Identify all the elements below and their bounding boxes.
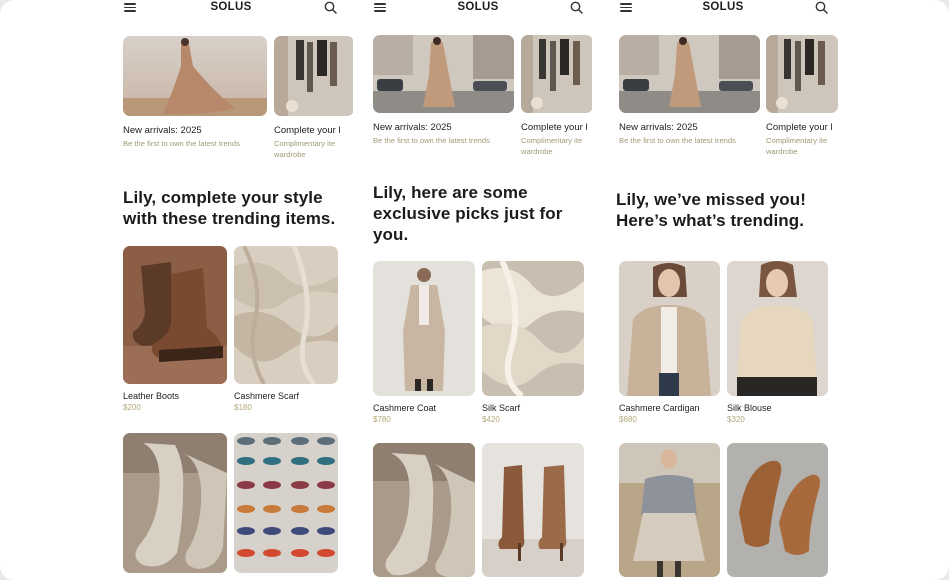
brand-logo[interactable]: SOLUS — [663, 0, 783, 14]
top-bar: SOLUS — [609, 0, 838, 16]
product-card[interactable] — [123, 433, 227, 573]
product-price: $420 — [482, 415, 500, 424]
banner-image — [123, 36, 267, 116]
banner-title: New arrivals: 2025 — [619, 122, 698, 133]
banner-carousel[interactable]: New arrivals: 2025 Be the first to own t… — [609, 35, 838, 170]
product-image — [727, 261, 828, 396]
banner-subtitle: Complimentary ite — [766, 136, 828, 145]
product-card-silk-blouse[interactable]: Silk Blouse $320 — [727, 261, 828, 425]
product-name: Cashmere Coat — [373, 403, 437, 413]
banner-new-arrivals[interactable]: New arrivals: 2025 Be the first to own t… — [123, 36, 268, 149]
product-image — [123, 246, 227, 384]
banner-title: New arrivals: 2025 — [123, 125, 202, 136]
search-icon[interactable] — [324, 1, 337, 14]
product-card[interactable] — [234, 433, 338, 573]
banner-title: New arrivals: 2025 — [373, 122, 452, 133]
banner-new-arrivals[interactable]: New arrivals: 2025 Be the first to own t… — [373, 35, 515, 146]
headline-line: with these trending items. — [123, 209, 336, 228]
headline-line: Lily, complete your style — [123, 188, 323, 207]
banner-new-arrivals[interactable]: New arrivals: 2025 Be the first to own t… — [619, 35, 761, 146]
banner-subtitle: Be the first to own the latest trends — [619, 136, 736, 145]
phone-screen-2: SOLUS New arrivals: 2025 Be the first to… — [364, 0, 592, 580]
banner-subtitle: Complimentary ite — [521, 136, 583, 145]
product-card-cashmere-coat[interactable]: Cashmere Coat $780 — [373, 261, 475, 425]
product-image — [234, 433, 338, 573]
banner-subtitle-line2: wardrobe — [521, 147, 553, 156]
headline-line: Lily, we’ve missed you! — [616, 190, 806, 209]
product-image — [373, 261, 475, 396]
banner-complete-look[interactable]: Complete your l Complimentary ite wardro… — [766, 35, 838, 157]
product-card-cashmere-scarf[interactable]: Cashmere Scarf $180 — [234, 246, 338, 413]
personalized-headline: Lily, we’ve missed you! Here’s what’s tr… — [616, 189, 806, 231]
banner-title: Complete your l — [521, 122, 588, 133]
phone-screen-3: SOLUS New arrivals: 2025 Be the first to… — [609, 0, 838, 580]
banner-title: Complete your l — [766, 122, 833, 133]
product-price: $200 — [123, 403, 141, 412]
brand-logo[interactable]: SOLUS — [418, 0, 538, 14]
product-image — [482, 261, 584, 396]
headline-line: Lily, here are some — [373, 183, 528, 202]
product-card-silk-scarf[interactable]: Silk Scarf $420 — [482, 261, 584, 425]
headline-line: Here’s what’s trending. — [616, 211, 805, 230]
personalized-headline: Lily, complete your style with these tre… — [123, 187, 335, 229]
brand-logo[interactable]: SOLUS — [171, 0, 291, 14]
banner-carousel[interactable]: New arrivals: 2025 Be the first to own t… — [115, 36, 353, 171]
personalized-headline: Lily, here are some exclusive picks just… — [373, 182, 562, 245]
product-image — [619, 261, 720, 396]
search-icon[interactable] — [570, 1, 583, 14]
banner-subtitle: Complimentary ite — [274, 139, 336, 148]
banner-complete-look[interactable]: Complete your l Complimentary ite wardro… — [274, 36, 353, 160]
product-name: Cashmere Scarf — [234, 391, 300, 401]
banner-subtitle: Be the first to own the latest trends — [123, 139, 240, 148]
search-icon[interactable] — [815, 1, 828, 14]
product-name: Silk Blouse — [727, 403, 772, 413]
product-card[interactable] — [373, 443, 475, 577]
headline-line: exclusive picks just for — [373, 204, 563, 223]
headline-line: you. — [373, 225, 409, 244]
banner-subtitle-line2: wardrobe — [766, 147, 798, 156]
banner-subtitle: Be the first to own the latest trends — [373, 136, 490, 145]
product-card-cashmere-cardigan[interactable]: Cashmere Cardigan $680 — [619, 261, 720, 425]
product-name: Cashmere Cardigan — [619, 403, 700, 413]
product-card-leather-boots[interactable]: Leather Boots $200 — [123, 246, 227, 413]
banner-carousel[interactable]: New arrivals: 2025 Be the first to own t… — [364, 35, 592, 170]
product-card[interactable] — [727, 443, 828, 577]
product-image — [234, 246, 338, 384]
banner-image — [521, 35, 592, 113]
hamburger-menu-icon[interactable] — [374, 2, 386, 12]
comparison-canvas: SOLUS New arrivals: 2025 Be the first to… — [0, 0, 949, 580]
product-card[interactable] — [619, 443, 720, 577]
top-bar: SOLUS — [115, 0, 353, 16]
banner-image — [619, 35, 760, 113]
product-price: $680 — [619, 415, 637, 424]
product-image — [482, 443, 584, 577]
product-price: $780 — [373, 415, 391, 424]
product-price: $320 — [727, 415, 745, 424]
product-image — [123, 433, 227, 573]
banner-complete-look[interactable]: Complete your l Complimentary ite wardro… — [521, 35, 592, 157]
banner-subtitle-line2: wardrobe — [274, 150, 306, 159]
phone-screen-1: SOLUS New arrivals: 2025 Be the first to… — [115, 0, 353, 580]
banner-image — [274, 36, 353, 116]
banner-image — [766, 35, 838, 113]
product-image — [619, 443, 720, 577]
hamburger-menu-icon[interactable] — [620, 2, 632, 12]
product-name: Silk Scarf — [482, 403, 521, 413]
product-price: $180 — [234, 403, 252, 412]
top-bar: SOLUS — [364, 0, 592, 16]
product-image — [727, 443, 828, 577]
hamburger-menu-icon[interactable] — [124, 2, 136, 12]
product-image — [373, 443, 475, 577]
banner-title: Complete your l — [274, 125, 341, 136]
product-card[interactable] — [482, 443, 584, 577]
banner-image — [373, 35, 514, 113]
product-name: Leather Boots — [123, 391, 180, 401]
